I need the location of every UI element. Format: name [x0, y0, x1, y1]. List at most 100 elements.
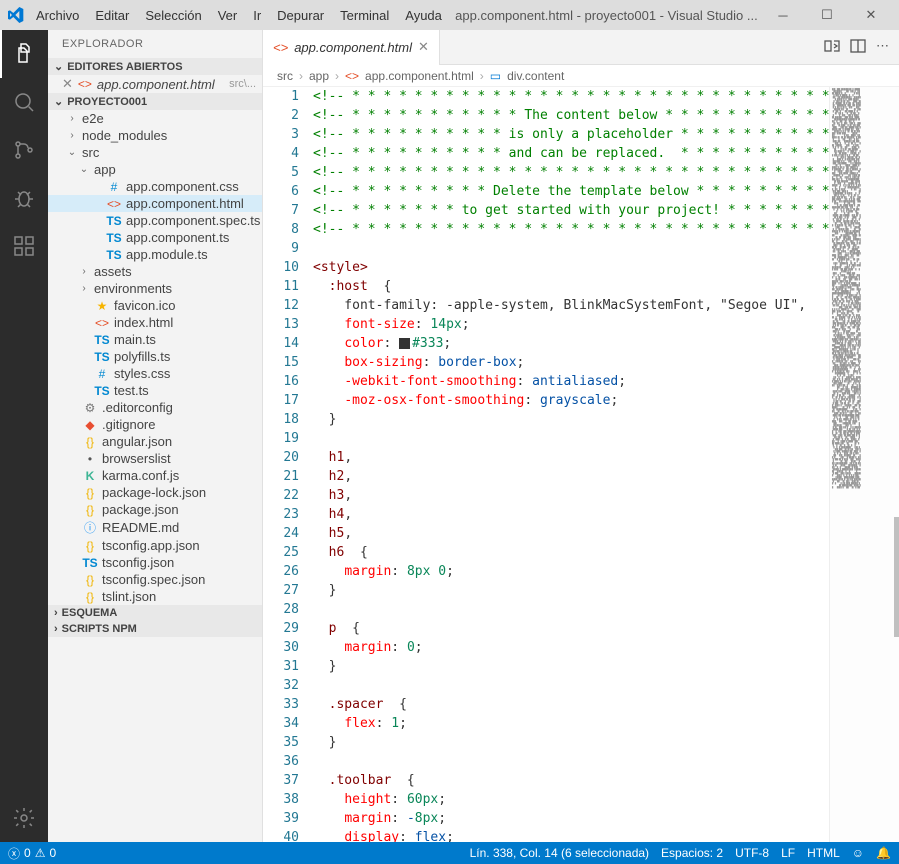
- breadcrumb-item[interactable]: src: [277, 69, 293, 83]
- tree-folder[interactable]: ⌄src: [48, 144, 262, 161]
- status-eol[interactable]: LF: [781, 846, 795, 860]
- editor-tab[interactable]: <> app.component.html ✕: [263, 30, 440, 65]
- window-minimize-button[interactable]: ─: [763, 1, 803, 29]
- json-file-icon: {}: [82, 590, 98, 604]
- tree-folder[interactable]: ›assets: [48, 263, 262, 280]
- window-maximize-button[interactable]: ☐: [807, 1, 847, 29]
- window-close-button[interactable]: ✕: [851, 1, 891, 29]
- chevron-right-icon: ›: [66, 113, 78, 124]
- tree-file[interactable]: TSapp.module.ts: [48, 246, 262, 263]
- tree-file[interactable]: <>index.html: [48, 314, 262, 331]
- split-editor-icon[interactable]: [850, 38, 866, 57]
- menu-item[interactable]: Ayuda: [397, 4, 450, 27]
- breadcrumbs[interactable]: src › app › <> app.component.html › ▭ di…: [263, 65, 899, 87]
- tree-file[interactable]: ⚙.editorconfig: [48, 399, 262, 416]
- tree-file[interactable]: {}angular.json: [48, 433, 262, 450]
- tree-file[interactable]: TSapp.component.spec.ts: [48, 212, 262, 229]
- breadcrumb-item[interactable]: app: [309, 69, 329, 83]
- tree-folder[interactable]: ›environments: [48, 280, 262, 297]
- star-file-icon: ★: [94, 299, 110, 313]
- tree-file[interactable]: TSmain.ts: [48, 331, 262, 348]
- tree-file[interactable]: {}tslint.json: [48, 588, 262, 605]
- breadcrumb-item[interactable]: app.component.html: [365, 69, 474, 83]
- menu-item[interactable]: Terminal: [332, 4, 397, 27]
- tree-file[interactable]: ◆.gitignore: [48, 416, 262, 433]
- menu-item[interactable]: Archivo: [28, 4, 87, 27]
- activity-settings-icon[interactable]: [0, 794, 48, 842]
- menu-item[interactable]: Selección: [137, 4, 209, 27]
- activity-source-control-icon[interactable]: [0, 126, 48, 174]
- tree-file[interactable]: #app.component.css: [48, 178, 262, 195]
- tree-file[interactable]: <>app.component.html: [48, 195, 262, 212]
- git-file-icon: ◆: [82, 418, 98, 432]
- compare-changes-icon[interactable]: [824, 38, 840, 57]
- chevron-down-icon: ⌄: [54, 95, 63, 108]
- tree-file[interactable]: ⓘREADME.md: [48, 518, 262, 537]
- chevron-right-icon: ›: [335, 69, 339, 83]
- menu-item[interactable]: Editar: [87, 4, 137, 27]
- tree-file[interactable]: ★favicon.ico: [48, 297, 262, 314]
- status-indentation[interactable]: Espacios: 2: [661, 846, 723, 860]
- tree-file[interactable]: •browserslist: [48, 450, 262, 467]
- more-actions-icon[interactable]: ⋯: [876, 38, 889, 57]
- sidebar-title: EXPLORADOR: [48, 30, 262, 58]
- html-file-icon: <>: [106, 197, 122, 211]
- html-file-icon: <>: [94, 316, 110, 330]
- menu-item[interactable]: Ver: [210, 4, 246, 27]
- tree-file[interactable]: TStsconfig.json: [48, 554, 262, 571]
- json-file-icon: {}: [82, 435, 98, 449]
- activity-debug-icon[interactable]: [0, 174, 48, 222]
- tree-file[interactable]: TSpolyfills.ts: [48, 348, 262, 365]
- code-content[interactable]: <!-- * * * * * * * * * * * * * * * * * *…: [313, 87, 829, 842]
- status-feedback-icon[interactable]: ☺: [852, 846, 864, 860]
- status-cursor-position[interactable]: Lín. 338, Col. 14 (6 seleccionada): [470, 846, 649, 860]
- ts-file-icon: TS: [106, 214, 122, 228]
- html-file-icon: <>: [345, 69, 359, 83]
- json-file-icon: {}: [82, 539, 98, 553]
- tree-file[interactable]: {}package-lock.json: [48, 484, 262, 501]
- minimap-slider[interactable]: [894, 517, 899, 637]
- tree-folder[interactable]: ›node_modules: [48, 127, 262, 144]
- open-editor-item[interactable]: ✕ <> app.component.html src\...: [48, 75, 262, 93]
- json-file-icon: {}: [82, 573, 98, 587]
- close-icon[interactable]: ✕: [62, 76, 73, 92]
- ts-file-icon: TS: [94, 350, 110, 364]
- window-title: app.component.html - proyecto001 - Visua…: [454, 8, 759, 23]
- status-problems[interactable]: ⓧ0 ⚠0: [8, 845, 56, 862]
- tree-file[interactable]: {}package.json: [48, 501, 262, 518]
- status-language[interactable]: HTML: [807, 846, 840, 860]
- activity-search-icon[interactable]: [0, 78, 48, 126]
- tree-file[interactable]: #styles.css: [48, 365, 262, 382]
- gear-file-icon: ⚙: [82, 401, 98, 415]
- chevron-right-icon: ›: [299, 69, 303, 83]
- tree-file[interactable]: {}tsconfig.spec.json: [48, 571, 262, 588]
- html-file-icon: <>: [77, 77, 93, 91]
- ts-file-icon: TS: [82, 556, 98, 570]
- tree-folder[interactable]: ⌄app: [48, 161, 262, 178]
- tree-file[interactable]: TStest.ts: [48, 382, 262, 399]
- tree-file[interactable]: TSapp.component.ts: [48, 229, 262, 246]
- section-open-editors[interactable]: ⌄EDITORES ABIERTOS: [48, 58, 262, 75]
- menu-item[interactable]: Ir: [245, 4, 269, 27]
- breadcrumb-item[interactable]: div.content: [507, 69, 564, 83]
- tab-close-icon[interactable]: ✕: [418, 39, 429, 55]
- status-bar: ⓧ0 ⚠0 Lín. 338, Col. 14 (6 seleccionada)…: [0, 842, 899, 864]
- tree-file[interactable]: {}tsconfig.app.json: [48, 537, 262, 554]
- chevron-down-icon: ⌄: [78, 164, 90, 175]
- css-file-icon: #: [106, 180, 122, 194]
- section-npm-scripts[interactable]: ›SCRIPTS NPM: [48, 621, 262, 637]
- status-encoding[interactable]: UTF-8: [735, 846, 769, 860]
- activity-explorer-icon[interactable]: [0, 30, 48, 78]
- status-notifications-icon[interactable]: 🔔: [876, 846, 891, 860]
- title-bar: ArchivoEditarSelecciónVerIrDepurarTermin…: [0, 0, 899, 30]
- minimap[interactable]: █ ██ ████ ██ ██ ███ █ ██ █ ███████ ██ █ …: [829, 87, 899, 842]
- section-project[interactable]: ⌄PROYECTO001: [48, 93, 262, 110]
- tree-folder[interactable]: ›e2e: [48, 110, 262, 127]
- activity-extensions-icon[interactable]: [0, 222, 48, 270]
- section-outline[interactable]: ›ESQUEMA: [48, 605, 262, 621]
- tree-file[interactable]: Kkarma.conf.js: [48, 467, 262, 484]
- sidebar-explorer: EXPLORADOR ⌄EDITORES ABIERTOS ✕ <> app.c…: [48, 30, 263, 842]
- menu-item[interactable]: Depurar: [269, 4, 332, 27]
- code-editor[interactable]: 1234567891011121314151617181920212223242…: [263, 87, 899, 842]
- ts-file-icon: TS: [94, 333, 110, 347]
